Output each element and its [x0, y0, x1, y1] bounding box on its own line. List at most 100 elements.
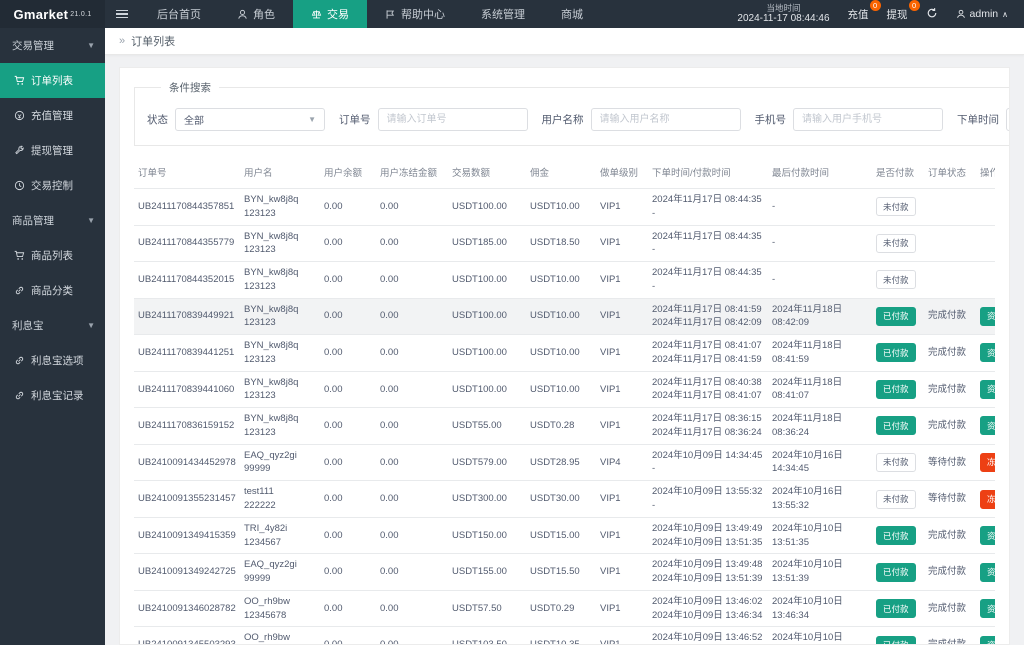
cell-amount: USDT100.00: [448, 335, 526, 372]
paid-badge[interactable]: 已付款: [876, 307, 916, 326]
sidebar-item[interactable]: 订单列表: [0, 63, 105, 98]
sidebar-group-header[interactable]: 利息宝▼: [0, 308, 105, 343]
topnav-item[interactable]: 系统管理: [463, 0, 543, 28]
cell-order-no: UB2411170836159152: [134, 408, 240, 445]
sidebar-item[interactable]: 交易控制: [0, 168, 105, 203]
cell-order-status: [924, 262, 976, 299]
cell-pay-status: 未付款: [872, 481, 924, 518]
menu-toggle-icon[interactable]: [105, 0, 139, 28]
fund-flow-button[interactable]: 资金流水: [980, 343, 995, 362]
unpaid-badge[interactable]: 未付款: [876, 453, 916, 472]
sidebar-item[interactable]: 充值管理: [0, 98, 105, 133]
cell-frozen: 0.00: [376, 590, 448, 627]
link-icon: [14, 355, 25, 366]
table-row: UB2411170839441251 BYN_kw8j8q123123 0.00…: [134, 335, 995, 372]
paid-badge[interactable]: 已付款: [876, 380, 916, 399]
withdraw-button[interactable]: 提现 0: [887, 7, 908, 22]
username-field: 用户名称: [542, 108, 741, 131]
topnav-item[interactable]: 角色: [219, 0, 293, 28]
cell-last-pay-time: -: [768, 262, 872, 299]
paid-badge[interactable]: 已付款: [876, 416, 916, 435]
cell-order-no: UB2411170839449921: [134, 298, 240, 335]
cell-order-no: UB2411170839441060: [134, 371, 240, 408]
recharge-button[interactable]: 充值 0: [848, 7, 869, 22]
sidebar-item-label: 提现管理: [31, 143, 73, 158]
cell-pay-status: 已付款: [872, 298, 924, 335]
fund-flow-button[interactable]: 资金流水: [980, 636, 995, 645]
refresh-icon[interactable]: [926, 7, 938, 22]
sidebar-item[interactable]: 商品列表: [0, 238, 105, 273]
paid-badge[interactable]: 已付款: [876, 563, 916, 582]
cell-commission: USDT18.50: [526, 225, 596, 262]
cell-frozen: 0.00: [376, 408, 448, 445]
cell-commission: USDT10.00: [526, 335, 596, 372]
table-header-row: 订单号用户名用户余额用户冻结金额交易数额佣金做单级别下单时间/付款时间最后付款时…: [134, 156, 995, 189]
paid-badge[interactable]: 已付款: [876, 343, 916, 362]
status-field: 状态 全部 ▼: [147, 108, 325, 131]
sidebar-item[interactable]: 提现管理: [0, 133, 105, 168]
paid-badge[interactable]: 已付款: [876, 636, 916, 645]
brand-version: 21.0.1: [70, 11, 91, 18]
sidebar-group-header[interactable]: 交易管理▼: [0, 28, 105, 63]
username-input[interactable]: [591, 108, 741, 131]
sidebar-item[interactable]: 利息宝选项: [0, 343, 105, 378]
order-no-input[interactable]: [378, 108, 528, 131]
topnav-item[interactable]: 后台首页: [139, 0, 219, 28]
cell-actions: 冻结强制付款取消订单: [976, 444, 995, 481]
sidebar-item[interactable]: 利息宝记录: [0, 378, 105, 413]
topnav-item[interactable]: 交易: [293, 0, 367, 28]
cell-frozen: 0.00: [376, 517, 448, 554]
cell-actions: 资金流水: [976, 335, 995, 372]
fund-flow-button[interactable]: 资金流水: [980, 380, 995, 399]
topnav-item[interactable]: 帮助中心: [367, 0, 463, 28]
cell-amount: USDT100.00: [448, 262, 526, 299]
cell-balance: 0.00: [320, 298, 376, 335]
cell-level: VIP1: [596, 298, 648, 335]
order-time-input[interactable]: [1006, 108, 1010, 131]
column-header: 做单级别: [596, 156, 648, 189]
sidebar-group-header[interactable]: 商品管理▼: [0, 203, 105, 238]
user-menu[interactable]: admin ∧: [956, 8, 1008, 20]
cell-balance: 0.00: [320, 262, 376, 299]
cell-user: BYN_kw8j8q123123: [240, 298, 320, 335]
cell-commission: USDT0.28: [526, 408, 596, 445]
cell-frozen: 0.00: [376, 225, 448, 262]
sidebar-item[interactable]: 商品分类: [0, 273, 105, 308]
topnav-item[interactable]: 商城: [543, 0, 601, 28]
cell-level: VIP1: [596, 189, 648, 226]
topnav-item-label: 帮助中心: [401, 6, 445, 22]
cell-user: BYN_kw8j8q123123: [240, 371, 320, 408]
fund-flow-button[interactable]: 资金流水: [980, 599, 995, 618]
content-card: 条件搜索 状态 全部 ▼ 订单号 用户名称: [119, 67, 1010, 645]
cell-times: 2024年11月17日 08:41:072024年11月17日 08:41:59: [648, 335, 768, 372]
cell-actions: [976, 189, 995, 226]
cell-frozen: 0.00: [376, 298, 448, 335]
freeze-button[interactable]: 冻结: [980, 490, 995, 509]
table-row: UB2411170839441060 BYN_kw8j8q123123 0.00…: [134, 371, 995, 408]
fund-flow-button[interactable]: 资金流水: [980, 563, 995, 582]
fund-flow-button[interactable]: 资金流水: [980, 307, 995, 326]
paid-badge[interactable]: 已付款: [876, 599, 916, 618]
cell-balance: 0.00: [320, 517, 376, 554]
fund-flow-button[interactable]: 资金流水: [980, 526, 995, 545]
freeze-button[interactable]: 冻结: [980, 453, 995, 472]
column-header: 下单时间/付款时间: [648, 156, 768, 189]
cell-pay-status: 已付款: [872, 590, 924, 627]
fund-flow-button[interactable]: 资金流水: [980, 416, 995, 435]
phone-input[interactable]: [793, 108, 943, 131]
sidebar-item-label: 利息宝选项: [31, 353, 84, 368]
cell-last-pay-time: 2024年11月18日 08:42:09: [768, 298, 872, 335]
table-row: UB2411170839449921 BYN_kw8j8q123123 0.00…: [134, 298, 995, 335]
breadcrumb-label: 订单列表: [131, 33, 175, 49]
brand-logo[interactable]: Gmarket21.0.1: [0, 0, 105, 28]
cell-user: BYN_kw8j8q123123: [240, 262, 320, 299]
brand-name: Gmarket: [13, 7, 68, 22]
paid-badge[interactable]: 已付款: [876, 526, 916, 545]
status-select[interactable]: 全部 ▼: [175, 108, 325, 131]
table-row: UB2410091349415359 TRI_4y82i1234567 0.00…: [134, 517, 995, 554]
unpaid-badge[interactable]: 未付款: [876, 270, 916, 289]
cell-order-no: UB2410091355231457: [134, 481, 240, 518]
unpaid-badge[interactable]: 未付款: [876, 197, 916, 216]
unpaid-badge[interactable]: 未付款: [876, 234, 916, 253]
unpaid-badge[interactable]: 未付款: [876, 490, 916, 509]
